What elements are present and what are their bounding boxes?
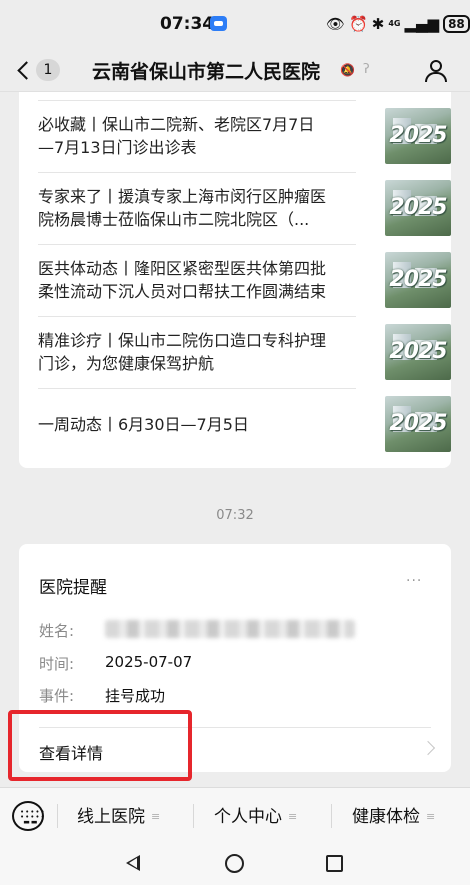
official-account-menu: ••••• ••••• ▬▬ 线上医院 ≡ 个人中心 ≡ 健康体检 ≡ [0, 787, 470, 843]
chevron-right-icon [420, 740, 436, 756]
system-back-icon[interactable] [126, 855, 140, 871]
do-not-disturb-icon: ⏰ [349, 15, 368, 33]
unread-count-badge[interactable]: 1 [36, 59, 60, 81]
status-indicators: 👁 ⏰ ✱ 4G ▂▄▆ 88 [326, 13, 470, 35]
menu-list-icon: ≡ [151, 810, 161, 823]
menu-item-health-checkup[interactable]: 健康体检 ≡ [352, 802, 435, 830]
earpiece-icon: ʔ [363, 62, 370, 77]
article-title: 专家来了丨援滇专家上海市闵行区肿瘤医 院杨晨博士莅临保山市二院北院区（... [38, 187, 327, 229]
profile-icon[interactable] [424, 60, 448, 82]
menu-divider [331, 804, 332, 828]
appointment-time: 2025-07-07 [105, 653, 193, 671]
network-type: 4G [388, 19, 401, 28]
view-details-link[interactable]: 查看详情 [19, 728, 451, 772]
article-item[interactable]: 必收藏丨保山市二院新、老院区7月7日 —7月13日门诊出诊表 2025 [38, 100, 451, 172]
back-arrow-icon[interactable] [16, 58, 36, 82]
message-timestamp: 07:32 [216, 508, 254, 523]
name-label: 姓名: [39, 622, 75, 640]
more-options-icon[interactable]: ··· [406, 573, 422, 589]
system-home-icon[interactable] [225, 854, 244, 873]
message-notification-icon [210, 16, 227, 31]
article-list-card: 必收藏丨保山市二院新、老院区7月7日 —7月13日门诊出诊表 2025 专家来了丨… [19, 92, 451, 468]
eye-icon: 👁 [326, 15, 346, 33]
article-title: 医共体动态丨隆阳区紧密型医共体第四批 柔性流动下沉人员对口帮扶工作圆满结束 [38, 259, 327, 301]
article-item[interactable]: 一周动态丨6月30日—7月5日 2025 [38, 388, 451, 460]
menu-item-personal-center[interactable]: 个人中心 ≡ [214, 802, 297, 830]
battery-level: 88 [443, 15, 470, 33]
time-label: 时间: [39, 655, 75, 673]
patient-name-redacted [105, 620, 355, 638]
event-value: 挂号成功 [105, 687, 166, 705]
status-bar: 07:34 👁 ⏰ ✱ 4G ▂▄▆ 88 [0, 0, 470, 48]
signal-icon: ▂▄▆ [404, 15, 440, 33]
article-title: 必收藏丨保山市二院新、老院区7月7日 —7月13日门诊出诊表 [38, 115, 315, 157]
article-title: 一周动态丨6月30日—7月5日 [38, 414, 249, 434]
bluetooth-icon: ✱ [371, 15, 385, 33]
article-item[interactable]: 医共体动态丨隆阳区紧密型医共体第四批 柔性流动下沉人员对口帮扶工作圆满结束 202… [38, 244, 451, 316]
article-thumbnail: 2025 [385, 396, 451, 452]
system-recents-icon[interactable] [326, 855, 343, 872]
article-thumbnail: 2025 [385, 180, 451, 236]
article-thumbnail: 2025 [385, 324, 451, 380]
system-navigation-bar [0, 843, 470, 885]
article-item[interactable]: 专家来了丨援滇专家上海市闵行区肿瘤医 院杨晨博士莅临保山市二院北院区（... 20… [38, 172, 451, 244]
reminder-title: 医院提醒 [39, 578, 107, 598]
chat-header: 1 云南省保山市第二人民医院 🔕 ʔ [0, 48, 470, 92]
article-item[interactable]: 精准诊疗丨保山市二院伤口造口专科护理 门诊，为您健康保驾护航 2025 [38, 316, 451, 388]
menu-divider [57, 804, 58, 828]
menu-list-icon: ≡ [426, 810, 436, 823]
chat-title: 云南省保山市第二人民医院 [92, 61, 321, 83]
mute-bell-icon: 🔕 [340, 63, 355, 77]
event-label: 事件: [39, 687, 75, 705]
status-time: 07:34 [160, 14, 215, 34]
menu-divider [193, 804, 194, 828]
menu-item-online-hospital[interactable]: 线上医院 ≡ [77, 802, 160, 830]
article-title: 精准诊疗丨保山市二院伤口造口专科护理 门诊，为您健康保驾护航 [38, 331, 327, 373]
hospital-reminder-card: 医院提醒 ··· 姓名: 时间: 2025-07-07 事件: 挂号成功 查看详… [19, 544, 451, 772]
menu-list-icon: ≡ [288, 810, 298, 823]
article-thumbnail: 2025 [385, 252, 451, 308]
article-thumbnail: 2025 [385, 108, 451, 164]
view-details-label: 查看详情 [39, 744, 104, 763]
keyboard-icon[interactable]: ••••• ••••• ▬▬ [12, 801, 45, 831]
